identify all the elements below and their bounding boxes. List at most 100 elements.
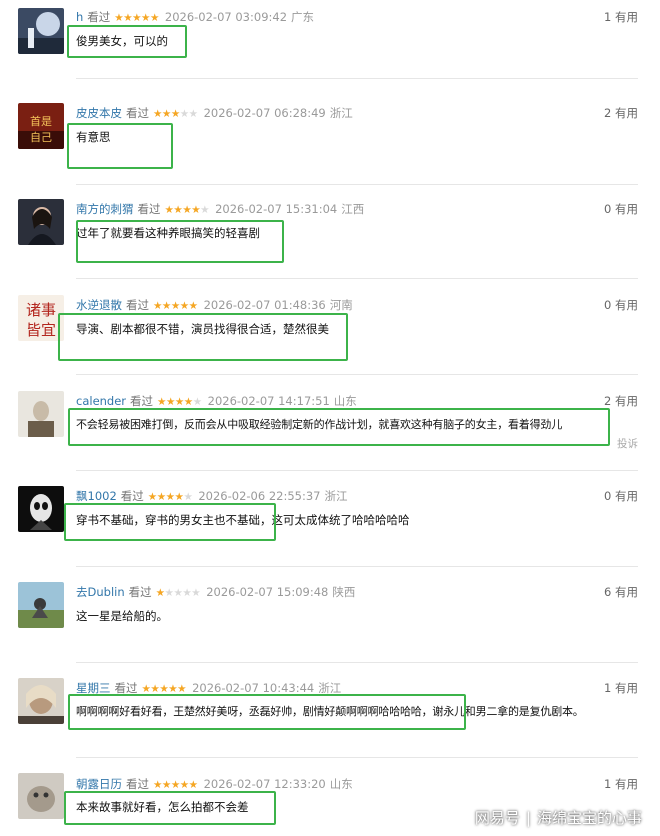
useful-label: 有用 xyxy=(615,10,638,24)
comment-meta: 南方的刺猬 看过 ★★★★★ 2026-02-07 15:31:04 江西 xyxy=(76,200,364,218)
rating-stars: ★★★★★ xyxy=(153,108,198,120)
watched-label: 看过 xyxy=(137,202,161,216)
watched-label: 看过 xyxy=(126,777,149,791)
watermark: 网易号 | 海绵宝宝的心事 xyxy=(475,807,642,828)
useful-label: 有用 xyxy=(615,394,638,408)
comment-date: 2026-02-07 06:28:49 xyxy=(203,106,326,120)
useful-label: 有用 xyxy=(615,202,638,216)
highlight-box xyxy=(68,694,466,730)
avatar[interactable] xyxy=(18,199,64,245)
comment-region: 浙江 xyxy=(329,106,353,120)
comment-region: 山东 xyxy=(329,777,353,791)
report-link[interactable]: 投诉 xyxy=(617,436,638,451)
comment-region: 江西 xyxy=(341,202,365,216)
username-link[interactable]: h xyxy=(76,10,83,24)
comment-text: 这一星是给船的。 xyxy=(76,609,168,623)
useful-label: 有用 xyxy=(615,489,638,503)
avatar[interactable]: 首是 自己 xyxy=(18,103,64,149)
highlight-box xyxy=(76,220,284,263)
watermark-separator: | xyxy=(525,809,531,827)
divider xyxy=(76,757,638,758)
useful-vote[interactable]: 1 有用 xyxy=(604,679,638,697)
watched-label: 看过 xyxy=(126,298,149,312)
comment-meta: 去Dublin 看过 ★★★★★ 2026-02-07 15:09:48 陕西 xyxy=(76,583,355,601)
useful-label: 有用 xyxy=(615,681,638,695)
avatar[interactable] xyxy=(18,8,64,54)
comment-date: 2026-02-07 14:17:51 xyxy=(207,394,330,408)
useful-count: 0 xyxy=(604,298,612,312)
divider xyxy=(76,566,638,567)
watermark-platform: 网易号 xyxy=(474,809,520,827)
useful-vote[interactable]: 0 有用 xyxy=(604,296,638,314)
comment-meta: h 看过 ★★★★★ 2026-02-07 03:09:42 广东 xyxy=(76,8,314,26)
divider xyxy=(76,278,638,279)
watched-label: 看过 xyxy=(120,489,144,503)
avatar[interactable] xyxy=(18,391,64,437)
comment-date: 2026-02-07 01:48:36 xyxy=(203,298,326,312)
svg-text:诸事: 诸事 xyxy=(26,301,56,319)
watched-label: 看过 xyxy=(130,394,154,408)
useful-count: 0 xyxy=(604,489,612,503)
highlight-box xyxy=(67,123,173,169)
avatar[interactable] xyxy=(18,678,64,724)
watched-label: 看过 xyxy=(126,106,149,120)
useful-count: 2 xyxy=(604,394,612,408)
comment-date: 2026-02-07 15:09:48 xyxy=(206,585,329,599)
comment-region: 山东 xyxy=(333,394,357,408)
useful-count: 1 xyxy=(604,681,612,695)
useful-label: 有用 xyxy=(615,777,638,791)
rating-stars: ★★★★★ xyxy=(155,587,201,599)
useful-count: 0 xyxy=(604,202,612,216)
username-link[interactable]: 朝露日历 xyxy=(76,777,122,791)
highlight-box xyxy=(67,25,187,58)
comment-meta: 水逆退散 看过 ★★★★★ 2026-02-07 01:48:36 河南 xyxy=(76,296,353,314)
useful-count: 1 xyxy=(604,10,612,24)
username-link[interactable]: 皮皮本皮 xyxy=(76,106,122,120)
useful-vote[interactable]: 1 有用 xyxy=(604,775,638,793)
rating-stars: ★★★★★ xyxy=(164,204,210,216)
comment-region: 浙江 xyxy=(318,681,342,695)
watched-label: 看过 xyxy=(114,681,138,695)
comment-date: 2026-02-07 15:31:04 xyxy=(215,202,338,216)
svg-text:皆宜: 皆宜 xyxy=(26,321,56,339)
highlight-box xyxy=(64,503,276,541)
highlight-box xyxy=(58,313,348,361)
username-link[interactable]: 飘1002 xyxy=(76,489,117,503)
useful-vote[interactable]: 2 有用 xyxy=(604,392,638,410)
comment-region: 河南 xyxy=(329,298,353,312)
comment-region: 陕西 xyxy=(332,585,356,599)
useful-vote[interactable]: 0 有用 xyxy=(604,200,638,218)
useful-label: 有用 xyxy=(615,106,638,120)
useful-vote[interactable]: 2 有用 xyxy=(604,104,638,122)
highlight-box xyxy=(64,791,276,825)
comment-meta: 皮皮本皮 看过 ★★★★★ 2026-02-07 06:28:49 浙江 xyxy=(76,104,353,122)
useful-label: 有用 xyxy=(615,298,638,312)
comment-date: 2026-02-07 03:09:42 xyxy=(164,10,288,24)
useful-label: 有用 xyxy=(615,585,638,599)
useful-vote[interactable]: 6 有用 xyxy=(604,583,638,601)
divider xyxy=(76,662,638,663)
highlight-box xyxy=(68,408,610,446)
comment-date: 2026-02-07 12:33:20 xyxy=(203,777,326,791)
useful-vote[interactable]: 1 有用 xyxy=(604,8,638,26)
svg-text:自己: 自己 xyxy=(30,131,52,144)
divider xyxy=(76,470,638,471)
avatar[interactable] xyxy=(18,773,64,819)
username-link[interactable]: 去Dublin xyxy=(76,585,125,599)
comment-region: 广东 xyxy=(291,10,315,24)
svg-text:首是: 首是 xyxy=(30,114,52,128)
watched-label: 看过 xyxy=(87,10,111,24)
username-link[interactable]: 水逆退散 xyxy=(76,298,122,312)
username-link[interactable]: calender xyxy=(76,394,126,408)
username-link[interactable]: 星期三 xyxy=(76,681,111,695)
avatar[interactable] xyxy=(18,582,64,628)
comment-date: 2026-02-07 10:43:44 xyxy=(192,681,315,695)
useful-count: 2 xyxy=(604,106,612,120)
username-link[interactable]: 南方的刺猬 xyxy=(76,202,134,216)
avatar[interactable] xyxy=(18,486,64,532)
useful-count: 1 xyxy=(604,777,612,791)
divider xyxy=(76,374,638,375)
divider xyxy=(76,184,638,185)
divider xyxy=(76,78,638,79)
useful-vote[interactable]: 0 有用 xyxy=(604,487,638,505)
